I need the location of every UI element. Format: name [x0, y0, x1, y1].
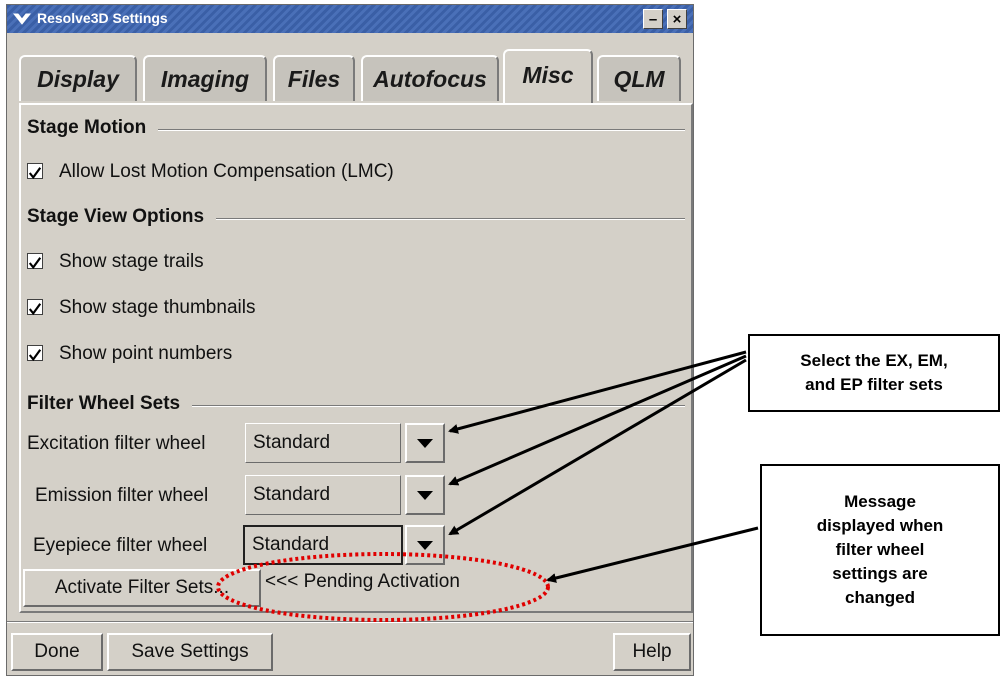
stage-motion-heading: Stage Motion	[27, 117, 159, 139]
callout-pending-message: Message displayed when filter wheel sett…	[760, 464, 1000, 636]
excitation-label: Excitation filter wheel	[27, 433, 206, 454]
callout-line: changed	[845, 588, 915, 607]
callout-line: displayed when	[816, 516, 944, 535]
filter-wheel-heading: Filter Wheel Sets	[27, 393, 193, 415]
point-numbers-checkbox[interactable]	[27, 345, 43, 362]
tab-qlm[interactable]: QLM	[597, 55, 681, 101]
chevron-down-icon	[417, 541, 433, 550]
window-title: Resolve3D Settings	[37, 10, 168, 26]
lmc-label: Allow Lost Motion Compensation (LMC)	[59, 161, 394, 182]
minimize-button[interactable]: –	[643, 9, 663, 29]
callout-line: settings are	[832, 564, 928, 583]
help-button[interactable]: Help	[613, 633, 691, 671]
done-button[interactable]: Done	[11, 633, 103, 671]
stage-trails-label: Show stage trails	[59, 251, 204, 272]
activate-filter-sets-button[interactable]: Activate Filter Sets...	[23, 569, 261, 607]
pending-activation-status: <<< Pending Activation	[265, 571, 460, 592]
eyepiece-label: Eyepiece filter wheel	[33, 535, 208, 556]
eyepiece-dropdown-button[interactable]	[405, 525, 445, 565]
emission-select[interactable]: Standard	[245, 475, 401, 515]
stage-view-heading: Stage View Options	[27, 206, 217, 228]
lmc-checkbox[interactable]	[27, 163, 43, 180]
tab-display[interactable]: Display	[19, 55, 137, 101]
eyepiece-select[interactable]: Standard	[243, 525, 403, 565]
point-numbers-label: Show point numbers	[59, 343, 233, 364]
tab-misc[interactable]: Misc	[503, 49, 593, 103]
chevron-down-icon	[417, 491, 433, 500]
title-bar[interactable]: Resolve3D Settings – ×	[7, 5, 693, 33]
callout-line: filter wheel	[835, 540, 925, 559]
stage-thumbnails-label: Show stage thumbnails	[59, 297, 256, 318]
close-button[interactable]: ×	[667, 9, 687, 29]
settings-window: Resolve3D Settings – × Display Imaging F…	[6, 4, 694, 676]
tab-imaging[interactable]: Imaging	[143, 55, 267, 101]
callout-line: Select the EX, EM,	[800, 351, 948, 370]
footer-divider	[7, 621, 693, 623]
emission-label: Emission filter wheel	[35, 485, 209, 506]
window-menu-icon[interactable]	[11, 8, 33, 30]
callout-line: and EP filter sets	[805, 375, 943, 394]
excitation-select[interactable]: Standard	[245, 423, 401, 463]
callout-line: Message	[844, 492, 916, 511]
excitation-dropdown-button[interactable]	[405, 423, 445, 463]
save-settings-button[interactable]: Save Settings	[107, 633, 273, 671]
chevron-down-icon	[417, 439, 433, 448]
callout-select-filter-sets: Select the EX, EM, and EP filter sets	[748, 334, 1000, 412]
emission-dropdown-button[interactable]	[405, 475, 445, 515]
stage-trails-checkbox[interactable]	[27, 253, 43, 270]
stage-thumbnails-checkbox[interactable]	[27, 299, 43, 316]
tab-files[interactable]: Files	[273, 55, 355, 101]
tab-autofocus[interactable]: Autofocus	[361, 55, 499, 101]
